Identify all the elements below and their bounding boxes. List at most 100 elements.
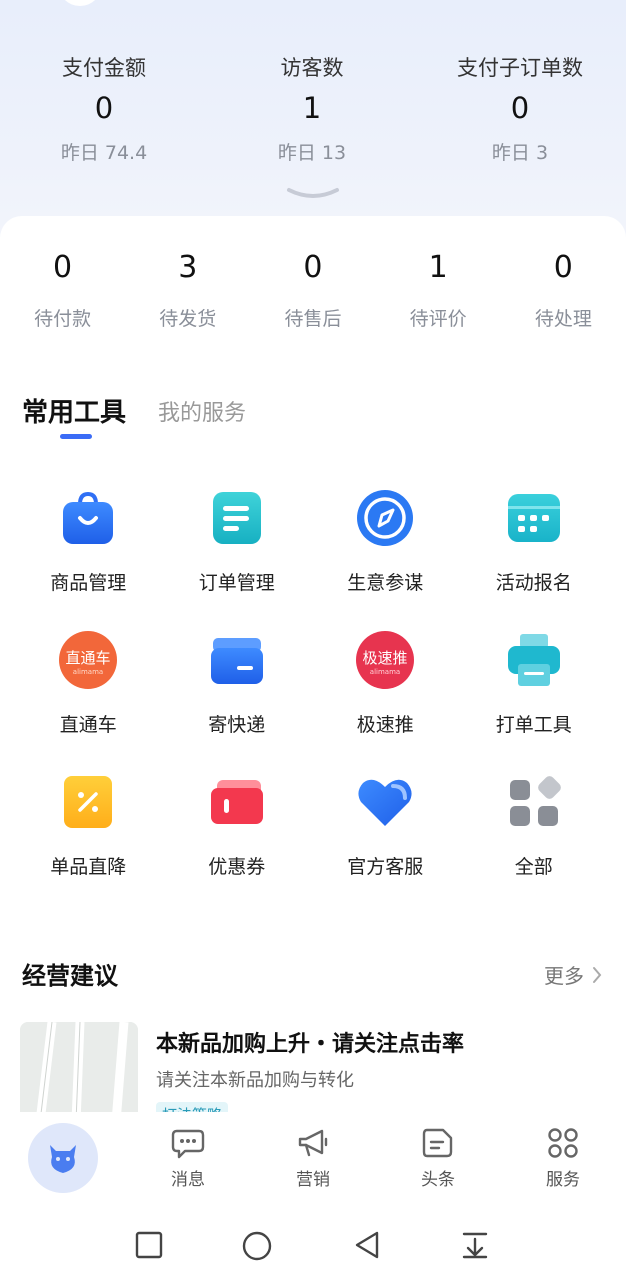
tool-label: 订单管理 <box>198 572 275 594</box>
order-label: 待处理 <box>534 308 592 330</box>
order-count: 0 <box>303 250 323 285</box>
tool-label: 单品直降 <box>50 856 127 878</box>
stats-row: 支付金额 0 昨日 74.4 访客数 1 昨日 13 支付子订单数 0 昨日 3 <box>0 52 626 165</box>
suggestion-title: 本新品加购上升・请关注点击率 <box>156 1032 465 1057</box>
tool-jst[interactable]: 极速推 alimama 极速推 <box>311 630 460 772</box>
order-label: 待付款 <box>34 308 92 330</box>
order-pending-shipment[interactable]: 3 待发货 <box>125 246 250 331</box>
tool-ztc[interactable]: 直通车 alimama 直通车 <box>14 630 163 772</box>
suggestions-title: 经营建议 <box>22 962 118 990</box>
home-circle-icon[interactable] <box>241 1230 273 1262</box>
calendar-icon <box>507 494 560 542</box>
order-label: 待售后 <box>284 308 342 330</box>
tab-label: 常用工具 <box>22 398 127 428</box>
tool-label: 商品管理 <box>50 572 127 594</box>
svg-text:直通车: 直通车 <box>66 649 111 667</box>
tool-send-express[interactable]: 寄快递 <box>163 630 312 772</box>
tab-marketing[interactable]: 营销 <box>268 1113 358 1190</box>
tab-services[interactable]: 服务 <box>518 1113 608 1190</box>
stat-value: 1 <box>302 91 322 125</box>
stat-paid-suborders[interactable]: 支付子订单数 0 昨日 3 <box>416 52 624 165</box>
order-count: 0 <box>53 250 73 285</box>
main-card: 0 待付款 3 待发货 0 待售后 1 待评价 0 待处理 常用工具 我的服务 <box>0 216 626 1121</box>
stat-yesterday: 昨日 3 <box>491 142 549 164</box>
stat-value: 0 <box>94 91 114 125</box>
order-to-process[interactable]: 0 待处理 <box>501 246 626 331</box>
stat-label: 支付金额 <box>62 56 146 80</box>
suggestion-card[interactable]: 本新品加购上升・请关注点击率 请关注本新品加购与转化 打法策略 <box>20 1022 610 1112</box>
tool-event-signup[interactable]: 活动报名 <box>460 488 609 630</box>
notification-pulldown-icon[interactable] <box>460 1230 490 1260</box>
tool-label: 极速推 <box>356 714 414 736</box>
stat-label: 访客数 <box>280 56 344 80</box>
jst-logo-icon: 极速推 alimama <box>356 631 415 689</box>
news-icon <box>422 1128 453 1158</box>
tab-indicator <box>60 434 92 439</box>
tool-label: 活动报名 <box>495 572 572 594</box>
expand-chevron-icon[interactable] <box>285 186 341 202</box>
svg-text:极速推: 极速推 <box>363 649 408 667</box>
stat-payment-amount[interactable]: 支付金额 0 昨日 74.4 <box>0 52 208 165</box>
discount-ticket-icon <box>64 776 113 828</box>
svg-text:alimama: alimama <box>370 668 400 676</box>
compass-icon <box>357 490 414 546</box>
stat-visitors[interactable]: 访客数 1 昨日 13 <box>208 52 416 165</box>
order-count: 1 <box>428 250 448 285</box>
more-label: 更多 <box>544 964 584 988</box>
recent-apps-icon[interactable] <box>134 1230 164 1260</box>
tool-order-management[interactable]: 订单管理 <box>163 488 312 630</box>
suggestion-subtitle: 请关注本新品加购与转化 <box>156 1070 354 1091</box>
all-grid-icon <box>509 776 561 826</box>
tool-label: 寄快递 <box>208 714 266 736</box>
tool-product-management[interactable]: 商品管理 <box>14 488 163 630</box>
megaphone-icon <box>298 1129 328 1157</box>
tool-label: 打单工具 <box>495 714 572 736</box>
printer-icon <box>507 634 560 686</box>
tab-headlines[interactable]: 头条 <box>393 1113 483 1190</box>
suggestion-thumbnail <box>20 1022 138 1112</box>
order-after-sales[interactable]: 0 待售后 <box>250 246 375 331</box>
tool-label: 优惠券 <box>208 856 266 878</box>
order-label: 待评价 <box>409 308 467 330</box>
bottom-tab-bar: 消息 营销 头条 服务 <box>0 1113 626 1211</box>
chevron-right-icon <box>593 966 602 983</box>
tool-label: 全部 <box>514 856 553 878</box>
back-triangle-icon[interactable] <box>352 1230 382 1260</box>
tool-coupon[interactable]: 优惠券 <box>163 772 312 914</box>
tool-label: 直通车 <box>59 714 117 736</box>
tab-messages[interactable]: 消息 <box>143 1113 233 1190</box>
tool-official-support[interactable]: 官方客服 <box>311 772 460 914</box>
tab-my-services[interactable]: 我的服务 <box>158 395 246 427</box>
order-pending-review[interactable]: 1 待评价 <box>376 246 501 331</box>
tab-label: 营销 <box>296 1170 330 1190</box>
tab-label: 消息 <box>171 1170 205 1190</box>
order-count: 3 <box>178 250 198 285</box>
tool-print-labels[interactable]: 打单工具 <box>460 630 609 772</box>
tool-price-drop[interactable]: 单品直降 <box>14 772 163 914</box>
service-grid-icon <box>548 1128 578 1158</box>
order-list-icon <box>212 492 261 544</box>
tool-all[interactable]: 全部 <box>460 772 609 914</box>
tool-tabs: 常用工具 我的服务 <box>22 392 246 439</box>
suggestion-tag: 打法策略 <box>156 1102 229 1112</box>
svg-text:alimama: alimama <box>73 668 103 676</box>
system-navigation-bar <box>0 1212 626 1280</box>
ztc-logo-icon: 直通车 alimama <box>59 631 118 689</box>
order-count: 0 <box>553 250 573 285</box>
stat-value: 0 <box>510 91 530 125</box>
tool-label: 官方客服 <box>347 856 424 878</box>
stat-yesterday: 昨日 13 <box>277 142 347 164</box>
tab-home[interactable] <box>28 1123 98 1193</box>
heart-service-icon <box>358 779 412 826</box>
coupon-icon <box>210 780 263 824</box>
order-pending-payment[interactable]: 0 待付款 <box>0 246 125 331</box>
tool-business-advisor[interactable]: 生意参谋 <box>311 488 460 630</box>
stat-yesterday: 昨日 74.4 <box>60 142 148 164</box>
message-icon <box>171 1129 205 1159</box>
order-label: 待发货 <box>159 308 217 330</box>
suggestions-more-link[interactable]: 更多 <box>544 960 602 989</box>
tab-label: 头条 <box>421 1170 455 1190</box>
tab-common-tools[interactable]: 常用工具 <box>22 392 127 439</box>
tool-label: 生意参谋 <box>347 572 424 594</box>
tab-label: 服务 <box>546 1170 580 1190</box>
